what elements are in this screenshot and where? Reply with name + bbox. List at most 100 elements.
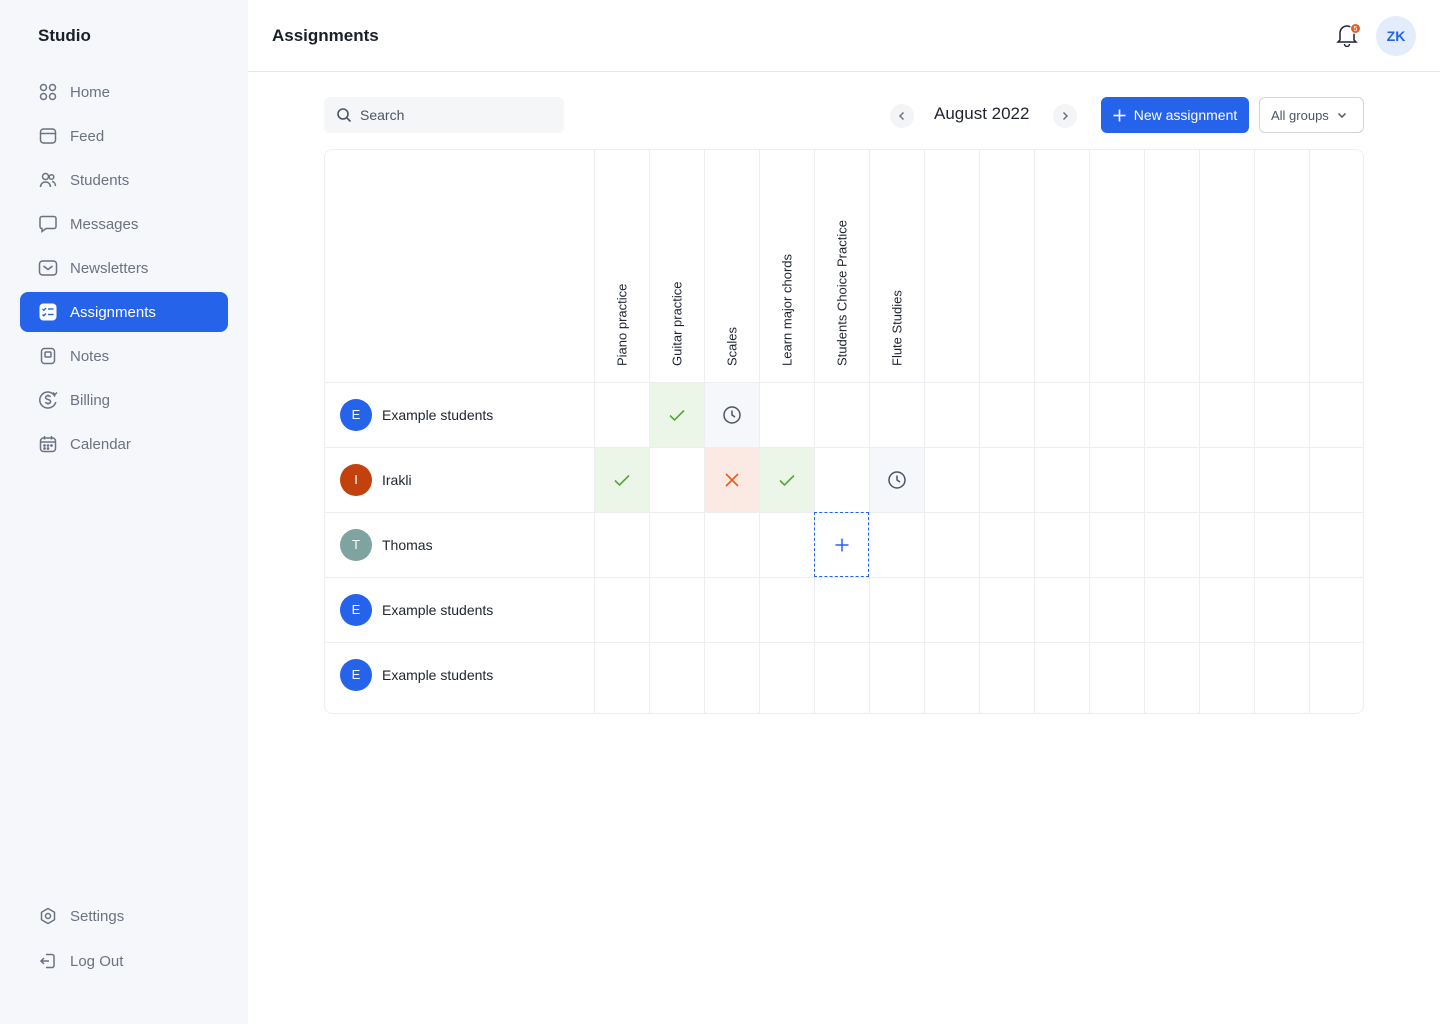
sidebar-item-calendar[interactable]: Calendar — [20, 424, 228, 464]
notification-badge: 5 — [1350, 23, 1361, 34]
avatar: E — [340, 398, 372, 431]
sidebar-item-label: Feed — [70, 127, 105, 145]
sidebar: Studio Home Feed Students Messages Newsl… — [0, 0, 248, 1024]
sidebar-item-students[interactable]: Students — [20, 160, 228, 200]
avatar: I — [340, 463, 372, 496]
brand-name: Studio — [38, 26, 91, 45]
status-cell-missed[interactable] — [705, 448, 759, 512]
mail-icon — [38, 258, 58, 278]
sidebar-item-notes[interactable]: Notes — [20, 336, 228, 376]
logout-icon — [38, 951, 58, 971]
assignment-title: Scales — [724, 326, 739, 366]
status-cell-done[interactable] — [650, 383, 704, 447]
sidebar-item-label: Log Out — [70, 952, 124, 970]
add-assignment-cell[interactable] — [814, 512, 869, 577]
checklist-icon — [38, 302, 58, 322]
assignment-column-header[interactable]: Learn major chords — [759, 150, 814, 382]
status-cell-pending[interactable] — [705, 383, 759, 447]
month-label: August 2022 — [934, 104, 1030, 123]
student-name: Example students — [382, 406, 494, 423]
note-icon — [38, 346, 58, 366]
search-box — [324, 97, 564, 133]
assignment-column-header[interactable]: Piano practice — [594, 150, 649, 382]
notifications-button[interactable]: 5 — [1336, 23, 1361, 49]
grid-column-divider — [979, 150, 980, 713]
student-row-label[interactable]: I Irakli — [340, 447, 412, 512]
new-assignment-label: New assignment — [1133, 107, 1238, 123]
assignment-column-header[interactable]: Flute Studies — [869, 150, 924, 382]
grid-column-divider — [1034, 150, 1035, 713]
sidebar-item-label: Students — [70, 171, 130, 189]
new-assignment-button[interactable]: New assignment — [1101, 97, 1249, 133]
sidebar-item-label: Notes — [70, 347, 110, 365]
sidebar-item-label: Assignments — [70, 303, 156, 321]
avatar: E — [340, 593, 372, 626]
assignment-title: Guitar practice — [669, 281, 684, 366]
plus-icon — [835, 538, 849, 552]
page-title: Assignments — [272, 26, 379, 45]
assignment-title: Learn major chords — [779, 254, 794, 366]
sidebar-item-label: Home — [70, 83, 111, 101]
check-icon — [612, 470, 632, 490]
grid-column-divider — [1254, 150, 1255, 713]
grid-column-divider — [924, 150, 925, 713]
assignment-grid: Piano practice Guitar practice Scales Learn… — [324, 149, 1364, 714]
grid-column-divider — [1309, 150, 1310, 713]
sidebar-item-feed[interactable]: Feed — [20, 116, 228, 156]
assignment-column-header[interactable]: Students Choice Practice — [814, 150, 869, 382]
sidebar-item-newsletters[interactable]: Newsletters — [20, 248, 228, 288]
sidebar-item-home[interactable]: Home — [20, 72, 228, 112]
status-cell-done[interactable] — [760, 448, 814, 512]
assignment-column-header[interactable]: Guitar practice — [649, 150, 704, 382]
group-filter-value: All groups — [1271, 107, 1329, 123]
sidebar-item-logout[interactable]: Log Out — [20, 941, 228, 981]
student-name: Example students — [382, 601, 494, 618]
assignment-column-header[interactable]: Scales — [704, 150, 759, 382]
sidebar-bottom: Settings Log Out — [20, 896, 228, 986]
group-filter-select[interactable]: All groups — [1259, 97, 1364, 133]
sidebar-item-label: Messages — [70, 215, 139, 233]
cross-icon — [723, 471, 741, 489]
status-cell-pending[interactable] — [870, 448, 924, 512]
grid-column-divider — [1089, 150, 1090, 713]
check-icon — [667, 405, 687, 425]
student-name: Example students — [382, 666, 494, 683]
status-cell-done[interactable] — [595, 448, 649, 512]
avatar: T — [340, 528, 372, 561]
student-row-label[interactable]: E Example students — [340, 382, 493, 447]
sidebar-nav: Home Feed Students Messages Newsletters — [20, 72, 228, 468]
prev-month-button[interactable] — [890, 104, 914, 128]
next-month-button[interactable] — [1053, 104, 1077, 128]
settings-icon — [38, 906, 58, 926]
chevron-down-icon — [1337, 110, 1347, 120]
sidebar-item-label: Calendar — [70, 435, 131, 453]
calendar-icon — [38, 434, 58, 454]
grid-icon — [38, 82, 58, 102]
student-name: Irakli — [382, 471, 412, 488]
feed-icon — [38, 126, 58, 146]
chat-icon — [38, 214, 58, 234]
grid-column-divider — [1199, 150, 1200, 713]
sidebar-item-label: Settings — [70, 907, 125, 925]
assignment-title: Students Choice Practice — [834, 220, 849, 366]
top-header: Assignments 5 ZK — [248, 0, 1440, 72]
sidebar-item-assignments[interactable]: Assignments — [20, 292, 228, 332]
assignment-title: Piano practice — [614, 283, 629, 366]
sidebar-item-settings[interactable]: Settings — [20, 896, 228, 936]
dollar-icon — [38, 390, 58, 410]
search-icon — [337, 108, 352, 123]
users-icon — [38, 170, 58, 190]
student-row-label[interactable]: E Example students — [340, 577, 493, 642]
sidebar-item-messages[interactable]: Messages — [20, 204, 228, 244]
student-row-label[interactable]: E Example students — [340, 642, 493, 707]
sidebar-item-label: Billing — [70, 391, 111, 409]
search-input[interactable] — [360, 107, 550, 123]
clock-icon — [722, 405, 742, 425]
student-row-label[interactable]: T Thomas — [340, 512, 433, 577]
avatar: E — [340, 658, 372, 691]
user-avatar[interactable]: ZK — [1376, 16, 1416, 56]
sidebar-item-billing[interactable]: Billing — [20, 380, 228, 420]
sidebar-item-label: Newsletters — [70, 259, 149, 277]
grid-column-divider — [1144, 150, 1145, 713]
chevron-right-icon — [1062, 111, 1069, 121]
